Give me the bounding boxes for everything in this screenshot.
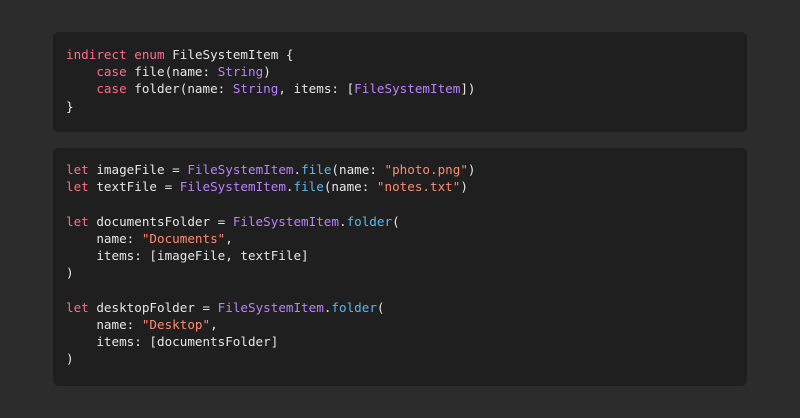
code-line: case file(name: String) bbox=[66, 63, 747, 80]
code-line: ) bbox=[66, 264, 747, 281]
code-token: documentsFolder = bbox=[88, 213, 233, 229]
code-line: items: [documentsFolder] bbox=[66, 333, 747, 350]
string-token: "notes.txt" bbox=[376, 179, 461, 195]
code-line: let imageFile = FileSystemItem.file(name… bbox=[66, 161, 747, 178]
code-line: name: "Desktop", bbox=[66, 316, 747, 333]
code-token: desktopFolder = bbox=[88, 299, 218, 315]
code-token: (name: bbox=[323, 179, 377, 195]
code-line: let desktopFolder = FileSystemItem.folde… bbox=[66, 299, 747, 316]
type-token: FileSystemItem bbox=[354, 81, 461, 97]
code-line: items: [imageFile, textFile] bbox=[66, 247, 747, 264]
code-token: , items: [ bbox=[278, 81, 355, 97]
function-token: folder bbox=[331, 299, 377, 315]
string-token: "Desktop" bbox=[141, 316, 211, 332]
code-lines: indirect enum FileSystemItem { case file… bbox=[66, 46, 747, 115]
type-token: FileSystemItem bbox=[232, 213, 339, 229]
code-line: name: "Documents", bbox=[66, 230, 747, 247]
usage-example-code-block: let imageFile = FileSystemItem.file(name… bbox=[53, 148, 747, 386]
code-lines: let imageFile = FileSystemItem.file(name… bbox=[66, 161, 747, 367]
type-token: String bbox=[217, 64, 264, 80]
code-line: case folder(name: String, items: [FileSy… bbox=[66, 80, 747, 97]
type-token: String bbox=[232, 81, 279, 97]
function-token: file bbox=[301, 162, 332, 177]
code-token: ]) bbox=[460, 81, 476, 97]
type-token: FileSystemItem bbox=[187, 162, 294, 177]
code-token: ( bbox=[376, 299, 385, 315]
code-token: imageFile = bbox=[88, 162, 188, 177]
keyword-token: case bbox=[96, 81, 127, 97]
code-token: } bbox=[66, 98, 74, 114]
code-token: items: [imageFile, textFile] bbox=[66, 247, 309, 263]
keyword-token: let bbox=[66, 162, 89, 177]
string-token: "photo.png" bbox=[384, 162, 468, 177]
code-token: ( bbox=[392, 213, 400, 229]
code-token: FileSystemItem { bbox=[164, 47, 294, 62]
type-token: FileSystemItem bbox=[179, 179, 286, 195]
code-token: , bbox=[210, 316, 218, 332]
enum-definition-code-block: indirect enum FileSystemItem { case file… bbox=[53, 32, 747, 132]
code-token: . bbox=[285, 179, 294, 195]
code-token: ) bbox=[66, 351, 74, 367]
type-token: FileSystemItem bbox=[217, 299, 324, 315]
code-token: ) bbox=[467, 162, 476, 177]
code-line: let textFile = FileSystemItem.file(name:… bbox=[66, 178, 747, 195]
keyword-token: let bbox=[66, 179, 89, 195]
code-token: , bbox=[225, 230, 233, 246]
code-token: . bbox=[338, 213, 347, 229]
keyword-token: let bbox=[66, 213, 89, 229]
code-token: name: bbox=[66, 316, 142, 332]
code-line: let documentsFolder = FileSystemItem.fol… bbox=[66, 213, 747, 230]
code-token: items: [documentsFolder] bbox=[66, 333, 279, 349]
keyword-token: indirect bbox=[66, 47, 127, 62]
keyword-token: enum bbox=[134, 47, 165, 62]
function-token: file bbox=[293, 179, 324, 195]
code-line: indirect enum FileSystemItem { bbox=[66, 46, 747, 63]
function-token: folder bbox=[346, 213, 393, 229]
code-token: file(name: bbox=[126, 64, 218, 80]
code-token: textFile = bbox=[88, 179, 180, 195]
code-token: ) bbox=[263, 64, 271, 80]
keyword-token: let bbox=[66, 299, 89, 315]
code-token: ) bbox=[66, 265, 74, 281]
code-token: . bbox=[293, 162, 302, 177]
keyword-token: case bbox=[96, 64, 127, 80]
code-token: ) bbox=[460, 179, 468, 195]
code-line: ) bbox=[66, 350, 747, 367]
code-token: name: bbox=[66, 230, 142, 246]
code-token: (name: bbox=[331, 162, 385, 177]
string-token: "Documents" bbox=[141, 230, 226, 246]
code-token: folder(name: bbox=[126, 81, 233, 97]
code-line: } bbox=[66, 98, 747, 115]
